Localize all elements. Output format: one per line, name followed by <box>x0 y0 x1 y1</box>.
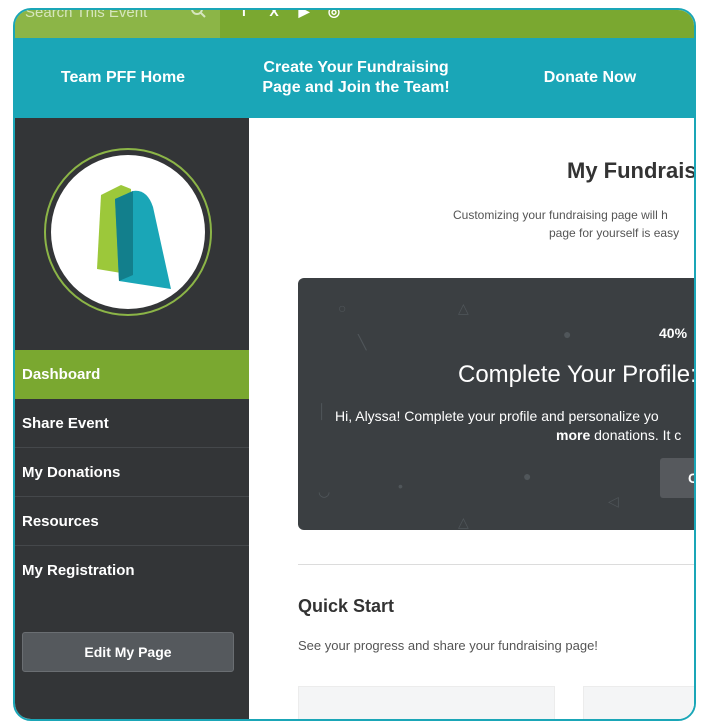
sidebar-item-my-donations[interactable]: My Donations <box>15 448 249 497</box>
nav-donate-now[interactable]: Donate Now <box>485 38 694 118</box>
decor-triangle2: ◁ <box>608 493 619 509</box>
decor-dot: ● <box>563 326 572 342</box>
decor-arc: ◡ <box>318 483 331 499</box>
instagram-icon[interactable]: ◎ <box>325 10 343 18</box>
intro-text-line2: page for yourself is easy <box>549 226 680 240</box>
sidebar-item-dashboard[interactable]: Dashboard <box>15 350 249 399</box>
profile-card-title: Complete Your Profile: <box>458 361 694 388</box>
profile-card-text-line1: Hi, Alyssa! Complete your profile and pe… <box>335 408 659 424</box>
nav-create-page[interactable]: Create Your Fundraising Page and Join th… <box>251 38 461 118</box>
logo-icon <box>97 185 171 289</box>
sidebar-item-my-registration[interactable]: My Registration <box>15 546 249 595</box>
decor-triangle: △ <box>458 300 469 316</box>
profile-card-text-line2: more donations. It c <box>556 427 681 443</box>
sidebar: Dashboard Share Event My Donations Resou… <box>15 118 249 719</box>
search-icon[interactable] <box>190 8 206 18</box>
search-input[interactable]: Search This Event <box>25 10 147 21</box>
top-strip: Search This Event f X ▶ ◎ <box>15 10 694 38</box>
sidebar-item-share-event[interactable]: Share Event <box>15 399 249 448</box>
profile-text-rest: donations. It c <box>590 427 682 443</box>
decor-triangle3: △ <box>458 514 469 530</box>
intro-text-line1: Customizing your fundraising page will h <box>453 208 668 222</box>
sidebar-item-resources[interactable]: Resources <box>15 497 249 546</box>
youtube-icon[interactable]: ▶ <box>295 10 313 18</box>
decor-dash: ╲ <box>358 334 367 350</box>
sidebar-menu: Dashboard Share Event My Donations Resou… <box>15 350 249 595</box>
main-nav: Team PFF Home Create Your Fundraising Pa… <box>15 38 694 118</box>
quick-start-card-share[interactable] <box>583 686 694 719</box>
profile-percent: 40% <box>659 325 688 341</box>
profile-text-bold: more <box>556 427 591 443</box>
nav-team-home[interactable]: Team PFF Home <box>15 38 231 118</box>
main-content: My Fundrais Customizing your fundraising… <box>249 118 694 719</box>
logo-badge <box>51 155 205 309</box>
decor-dot3: ● <box>523 468 532 484</box>
app-frame: Search This Event f X ▶ ◎ Team PFF Home … <box>13 8 696 721</box>
search-box[interactable]: Search This Event <box>15 10 220 38</box>
quick-start-text: See your progress and share your fundrai… <box>298 638 598 653</box>
section-divider <box>298 564 694 565</box>
x-icon[interactable]: X <box>265 10 283 18</box>
profile-completion-card: ○ △ ╲ ● │ ◡ • ● ◁ △ 40% Complete Your Pr… <box>298 278 694 530</box>
edit-my-page-button[interactable]: Edit My Page <box>22 632 234 672</box>
decor-circle: ○ <box>338 300 347 316</box>
decor-line: │ <box>318 403 327 419</box>
complete-profile-button[interactable]: C <box>660 458 694 498</box>
social-links: f X ▶ ◎ <box>235 10 343 18</box>
page-title: My Fundrais <box>567 158 694 183</box>
team-logo <box>44 148 212 316</box>
decor-dot2: • <box>398 478 403 494</box>
quick-start-card-progress[interactable] <box>298 686 555 719</box>
quick-start-title: Quick Start <box>298 596 395 616</box>
facebook-icon[interactable]: f <box>235 10 253 18</box>
